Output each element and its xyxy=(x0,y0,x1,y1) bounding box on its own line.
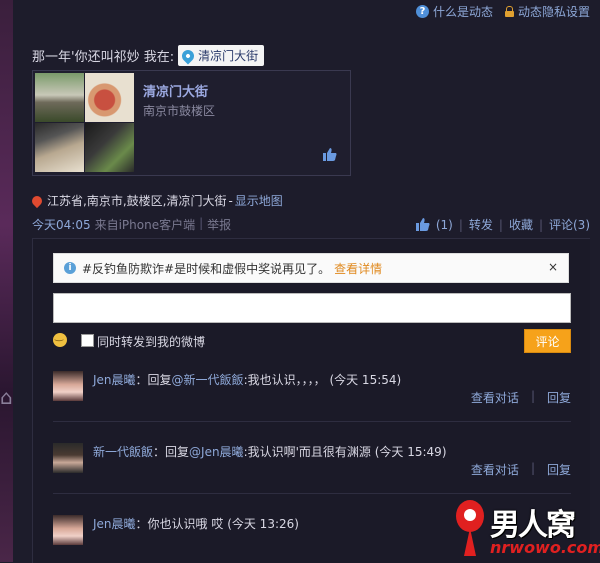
also-repost-checkbox[interactable] xyxy=(81,334,94,347)
what-is-dynamic-label: 什么是动态 xyxy=(432,5,493,19)
comment-time: (今天 15:54) xyxy=(329,373,402,387)
post-actions: (1) | 转发 | 收藏 | 评论(3) xyxy=(415,216,590,233)
report-link[interactable]: 举报 xyxy=(207,216,231,233)
separator: | xyxy=(530,389,535,403)
comment-time: (今天 13:26) xyxy=(227,517,299,531)
top-links: ? 什么是动态 动态隐私设置 xyxy=(415,3,590,20)
post-header: 那一年'你还叫祁妙 我在: 清凉门大街 xyxy=(32,45,265,66)
submit-comment-button[interactable]: 评论 xyxy=(524,329,571,353)
map-pin-icon xyxy=(29,193,45,208)
separator: | xyxy=(458,217,463,232)
view-dialog-link[interactable]: 查看对话 xyxy=(471,389,519,406)
separator: | xyxy=(199,216,204,230)
comment-mention[interactable]: @Jen晨曦 xyxy=(189,445,244,459)
address-text: 江苏省,南京市,鼓楼区,清凉门大街 xyxy=(47,194,227,208)
comment-user[interactable]: Jen晨曦 xyxy=(93,517,136,531)
comment-time: (今天 15:49) xyxy=(374,445,447,459)
privacy-settings-label: 动态隐私设置 xyxy=(517,5,590,19)
card-title[interactable]: 清凉门大街 xyxy=(143,81,208,100)
privacy-settings-link[interactable]: 动态隐私设置 xyxy=(504,3,590,20)
comment-actions: 查看对话 | 回复 xyxy=(471,461,571,478)
location-photo[interactable] xyxy=(85,73,134,122)
reply-link[interactable]: 回复 xyxy=(547,389,571,406)
help-icon: ? xyxy=(415,5,429,18)
post-meta: 今天04:05 来自iPhone客户端 | 举报 xyxy=(32,216,231,233)
divider xyxy=(53,493,571,494)
separator: | xyxy=(530,461,535,475)
location-photo[interactable] xyxy=(35,123,84,172)
separator: | xyxy=(498,217,503,232)
post-time[interactable]: 今天04:05 xyxy=(32,216,91,233)
card-subtitle: 南京市鼓楼区 xyxy=(143,104,216,118)
thumbs-up-icon[interactable] xyxy=(323,147,337,161)
comment-user[interactable]: Jen晨曦 xyxy=(93,373,136,387)
address-line: 江苏省,南京市,鼓楼区,清凉门大街 - 显示地图 xyxy=(29,192,283,209)
comment-button[interactable]: 评论(3) xyxy=(549,216,590,233)
comment-text: Jen晨曦：你也认识哦 哎 (今天 13:26) xyxy=(93,515,299,532)
view-details-link[interactable]: 查看详情 xyxy=(334,260,382,277)
avatar[interactable] xyxy=(53,443,83,473)
site-watermark: 男人窝 nrwowo.com xyxy=(450,498,600,560)
divider xyxy=(53,421,571,422)
close-icon[interactable]: × xyxy=(548,260,558,274)
like-icon[interactable] xyxy=(415,218,430,231)
location-chip[interactable]: 清凉门大街 xyxy=(178,45,265,66)
like-count[interactable]: (1) xyxy=(436,218,453,232)
avatar[interactable] xyxy=(53,371,83,401)
comment-body: :我认识啊'而且很有渊源 xyxy=(243,445,371,459)
repost-button[interactable]: 转发 xyxy=(469,216,493,233)
location-photo[interactable] xyxy=(35,73,84,122)
watermark-url: nrwowo.com xyxy=(490,538,600,557)
post-source: 来自iPhone客户端 xyxy=(94,218,196,232)
address-separator: - xyxy=(228,193,233,208)
show-map-link[interactable]: 显示地图 xyxy=(235,192,283,209)
post-text: 那一年'你还叫祁妙 我在: xyxy=(32,50,175,65)
comment-user[interactable]: 新一代飯飯 xyxy=(93,445,153,459)
left-background-strip: ⌂ xyxy=(0,0,13,562)
comment-text: Jen晨曦：回复@新一代飯飯:我也认识，，，， (今天 15:54) xyxy=(93,371,401,388)
what-is-dynamic-link[interactable]: ? 什么是动态 xyxy=(415,3,493,20)
lock-icon xyxy=(504,6,514,17)
avatar[interactable] xyxy=(53,515,83,545)
location-photo[interactable] xyxy=(85,123,134,172)
reply-link[interactable]: 回复 xyxy=(547,461,571,478)
location-chip-label: 清凉门大街 xyxy=(198,49,259,63)
watermark-logo-icon xyxy=(456,500,484,556)
info-icon: i xyxy=(64,262,76,274)
separator: | xyxy=(538,217,543,232)
comment-options: 同时转发到我的微博 评论 xyxy=(53,329,571,355)
also-repost-label[interactable]: 同时转发到我的微博 xyxy=(97,333,205,350)
comment-actions: 查看对话 | 回复 xyxy=(471,389,571,406)
comment-mention[interactable]: @新一代飯飯 xyxy=(172,373,244,387)
location-card[interactable]: 清凉门大街 南京市鼓楼区 xyxy=(32,70,351,176)
location-thumbnails xyxy=(35,73,134,172)
comment-reply-prefix: ：回复 xyxy=(135,373,172,387)
comment-text: 新一代飯飯：回复@Jen晨曦:我认识啊'而且很有渊源 (今天 15:49) xyxy=(93,443,447,460)
location-pin-icon xyxy=(179,47,197,64)
favorite-button[interactable]: 收藏 xyxy=(509,216,533,233)
anti-fraud-notice: i #反钓鱼防欺诈#是时候和虚假中奖说再见了。 查看详情 × xyxy=(53,253,569,283)
view-dialog-link[interactable]: 查看对话 xyxy=(471,461,519,478)
comment-input[interactable] xyxy=(53,293,571,323)
emoticon-icon[interactable] xyxy=(53,331,67,347)
comment-reply-prefix: ：回复 xyxy=(153,445,190,459)
comment-body: ：你也认识哦 哎 xyxy=(135,517,224,531)
comment-body: :我也认识，，，， xyxy=(243,373,326,387)
notice-text: #反钓鱼防欺诈#是时候和虚假中奖说再见了。 xyxy=(82,261,331,276)
decorative-glyph: ⌂ xyxy=(0,385,13,409)
